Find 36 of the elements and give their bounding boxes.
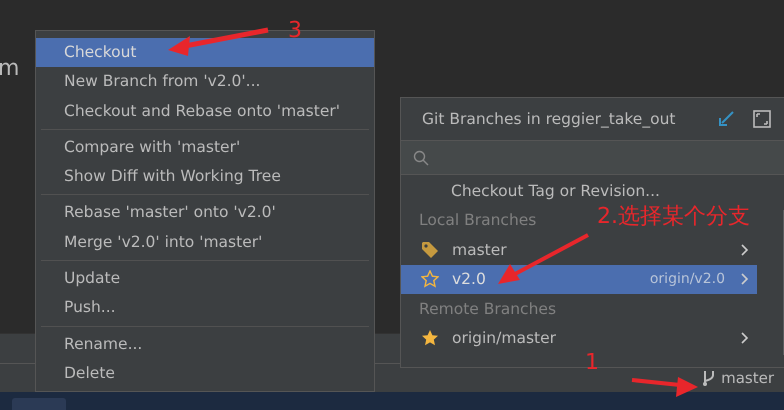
menu-item[interactable]: Update bbox=[36, 264, 374, 294]
branch-name: origin/master bbox=[452, 329, 558, 348]
search-field[interactable] bbox=[401, 141, 784, 175]
chevron-icon bbox=[741, 273, 749, 286]
tracking-branch: origin/v2.0 bbox=[650, 271, 725, 288]
arrow-icon[interactable] bbox=[717, 110, 735, 128]
chevron-icon bbox=[741, 244, 749, 256]
menu-item[interactable]: Checkout and Rebase onto 'master' bbox=[36, 96, 374, 126]
branch-item[interactable]: origin/master bbox=[401, 324, 757, 353]
list-item[interactable]: Checkout Tag or Revision... bbox=[401, 176, 757, 206]
chevron-icon bbox=[741, 332, 749, 344]
annotation-text: 2.选择某个分支 bbox=[597, 206, 750, 228]
branch-name: master bbox=[452, 240, 508, 259]
branch-name: v2.0 bbox=[452, 270, 487, 288]
menu-item[interactable]: New Branch from 'v2.0'... bbox=[36, 67, 374, 97]
search-icon bbox=[413, 150, 429, 166]
branch-widget[interactable]: master bbox=[703, 369, 774, 388]
menu-item[interactable]: Merge 'v2.0' into 'master' bbox=[36, 228, 374, 258]
branch-icon bbox=[703, 370, 716, 386]
branch-item[interactable]: master bbox=[401, 235, 757, 264]
menu-item[interactable]: Checkout bbox=[36, 38, 374, 68]
popup-title: Git Branches in reggier_take_out bbox=[422, 110, 676, 128]
menu-item[interactable]: Show Diff with Working Tree bbox=[36, 162, 374, 192]
menu-item[interactable]: Rename... bbox=[36, 330, 374, 359]
menu-item[interactable]: Push... bbox=[36, 293, 374, 323]
annotation-arrow bbox=[632, 377, 698, 397]
annotation-number: 1 bbox=[585, 352, 599, 374]
window-icon[interactable] bbox=[753, 110, 771, 128]
editor-text: m bbox=[0, 56, 20, 81]
menu-item[interactable]: Delete bbox=[36, 358, 374, 388]
section-header: Remote Branches bbox=[419, 300, 556, 318]
section-header: Local Branches bbox=[419, 211, 536, 230]
menu-item[interactable]: Rebase 'master' onto 'v2.0' bbox=[36, 198, 374, 228]
branch-item[interactable]: v2.0 origin/v2.0 bbox=[401, 264, 757, 294]
menu-item[interactable]: Compare with 'master' bbox=[36, 132, 374, 162]
tag-icon bbox=[421, 240, 439, 259]
